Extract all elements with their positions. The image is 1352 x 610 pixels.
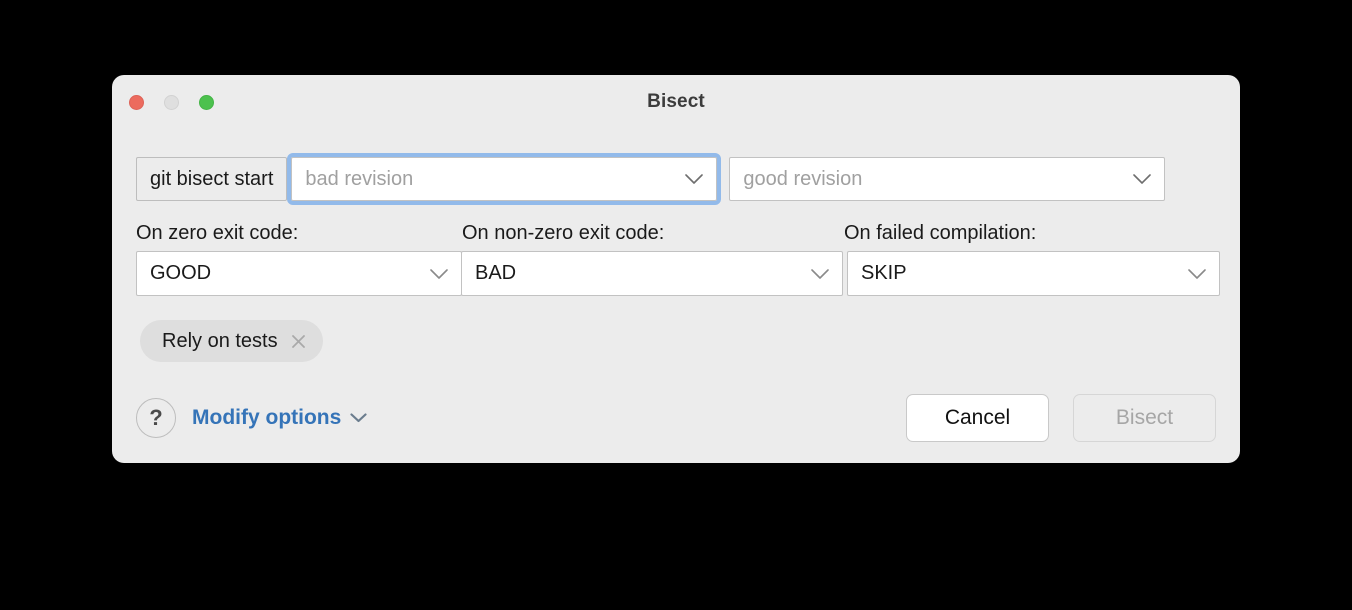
revision-row: git bisect start bad revision good revis… bbox=[136, 153, 1215, 205]
cancel-button-label: Cancel bbox=[944, 406, 1011, 429]
modify-options-button[interactable]: Modify options bbox=[192, 406, 367, 430]
bisect-dialog: Bisect git bisect start bad revision goo… bbox=[112, 75, 1240, 463]
window-title: Bisect bbox=[647, 91, 705, 112]
on-zero-exit-code-value: GOOD bbox=[150, 262, 212, 284]
close-icon[interactable] bbox=[290, 333, 307, 350]
chevron-down-icon bbox=[811, 268, 829, 279]
dialog-footer: ? Modify options Cancel Bisect bbox=[136, 393, 1216, 443]
git-command-prefix: git bisect start bbox=[136, 157, 288, 201]
on-non-zero-exit-code-label: On non-zero exit code: bbox=[462, 222, 665, 244]
rely-on-tests-chip[interactable]: Rely on tests bbox=[140, 320, 323, 362]
chevron-down-icon bbox=[430, 268, 448, 279]
on-failed-compilation-label: On failed compilation: bbox=[844, 222, 1037, 244]
chevron-down-icon bbox=[1133, 174, 1152, 184]
on-failed-compilation-value: SKIP bbox=[861, 262, 907, 284]
good-revision-combobox[interactable]: good revision bbox=[729, 157, 1166, 201]
modify-options-label: Modify options bbox=[192, 406, 342, 429]
exit-code-labels: On zero exit code: On non-zero exit code… bbox=[136, 222, 1215, 245]
bad-revision-combobox[interactable]: bad revision bbox=[287, 153, 722, 205]
exit-code-dropdowns: GOOD BAD SKIP bbox=[136, 251, 1220, 296]
chevron-down-icon bbox=[350, 413, 367, 423]
chevron-down-icon bbox=[1188, 268, 1206, 279]
title-bar: Bisect bbox=[112, 75, 1240, 133]
help-icon: ? bbox=[149, 405, 163, 430]
on-failed-compilation-dropdown[interactable]: SKIP bbox=[847, 251, 1220, 296]
help-button[interactable]: ? bbox=[136, 398, 176, 438]
cancel-button[interactable]: Cancel bbox=[906, 394, 1049, 442]
rely-on-tests-chip-label: Rely on tests bbox=[162, 329, 278, 352]
bisect-button[interactable]: Bisect bbox=[1073, 394, 1216, 442]
options-chip-row: Rely on tests bbox=[140, 320, 323, 362]
on-zero-exit-code-dropdown[interactable]: GOOD bbox=[136, 251, 462, 296]
on-non-zero-exit-code-dropdown[interactable]: BAD bbox=[461, 251, 843, 296]
on-non-zero-exit-code-value: BAD bbox=[475, 262, 517, 284]
bad-revision-placeholder: bad revision bbox=[305, 167, 414, 190]
git-command-prefix-label: git bisect start bbox=[150, 167, 274, 190]
on-zero-exit-code-label: On zero exit code: bbox=[136, 222, 299, 244]
screen: Bisect git bisect start bad revision goo… bbox=[0, 0, 1352, 610]
bisect-button-label: Bisect bbox=[1115, 406, 1174, 429]
good-revision-placeholder: good revision bbox=[743, 167, 863, 190]
chevron-down-icon bbox=[685, 174, 704, 184]
